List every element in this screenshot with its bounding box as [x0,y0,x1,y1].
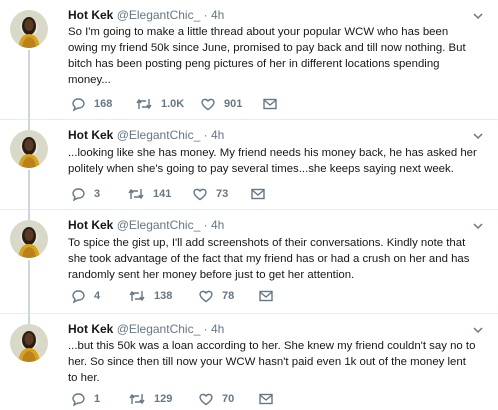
author-handle[interactable]: @ElegantChic_ [117,128,201,142]
author-name[interactable]: Hot Kek [68,8,113,22]
retweet-button[interactable]: 141 [127,186,171,202]
heart-icon [193,188,207,201]
tweet-header: Hot Kek @ElegantChic_ · 4h [68,217,224,233]
avatar[interactable] [10,130,48,168]
timestamp[interactable]: 4h [211,322,224,336]
author-name[interactable]: Hot Kek [68,322,113,336]
author-name[interactable]: Hot Kek [68,218,113,232]
retweet-count: 1.0K [161,98,185,110]
reply-count: 168 [94,98,113,110]
tweet-text-line: owing my friend 50k since June, promised… [68,42,466,54]
author-handle[interactable]: @ElegantChic_ [117,218,201,232]
chevron-down-icon[interactable] [472,8,484,20]
envelope-icon [259,290,273,302]
tweet-text: ...but this 50k was a loan according to … [68,338,482,386]
thread-connector-line [28,120,30,130]
tweet[interactable]: Hot Kek @ElegantChic_ · 4h ...looking li… [0,120,498,210]
like-button[interactable]: 70 [198,391,234,407]
like-button[interactable]: 78 [198,288,234,304]
reply-icon [72,188,85,202]
author-name[interactable]: Hot Kek [68,128,113,142]
reply-count: 3 [94,188,101,200]
tweet-text-line: ...looking like she has money. My friend… [68,147,477,159]
avatar[interactable] [10,324,48,362]
dm-button[interactable] [250,186,266,202]
tweet-text-line: politely when she's going to pay several… [68,163,454,175]
retweet-button[interactable]: 129 [128,391,172,407]
retweet-button[interactable]: 1.0K [135,96,184,112]
retweet-count: 141 [153,188,172,200]
reply-count: 4 [94,290,101,302]
like-count: 70 [222,393,235,405]
chevron-down-icon[interactable] [472,218,484,230]
separator: · [203,322,208,336]
tweet-text-line: her. So since then till now your WCW has… [68,356,466,368]
separator: · [203,8,208,22]
author-handle[interactable]: @ElegantChic_ [117,8,201,22]
retweet-button[interactable]: 138 [128,288,172,304]
tweet-header: Hot Kek @ElegantChic_ · 4h [68,7,224,23]
reply-button[interactable]: 4 [70,288,100,304]
dm-button[interactable] [262,96,278,112]
reply-icon [72,98,85,112]
reply-icon [72,393,85,407]
heart-icon [201,98,215,111]
envelope-icon [263,98,277,110]
avatar[interactable] [10,220,48,258]
thread-connector-line [28,314,30,324]
tweet-text: To spice the gist up, I'll add screensho… [68,235,482,283]
reply-button[interactable]: 1 [70,391,100,407]
chevron-down-icon[interactable] [472,128,484,140]
tweet-header: Hot Kek @ElegantChic_ · 4h [68,321,224,337]
retweet-count: 138 [154,290,173,302]
heart-icon [199,290,213,303]
like-count: 901 [224,98,243,110]
timestamp[interactable]: 4h [211,218,224,232]
thread-connector-line [28,170,30,210]
author-handle[interactable]: @ElegantChic_ [117,322,201,336]
dm-button[interactable] [258,288,274,304]
timestamp[interactable]: 4h [211,8,224,22]
separator: · [203,128,208,142]
reply-count: 1 [94,393,101,405]
tweet-header: Hot Kek @ElegantChic_ · 4h [68,127,224,143]
retweet-count: 129 [154,393,173,405]
tweet-text-line: she took advantage of the fact that my f… [68,253,470,265]
retweet-icon [129,393,145,405]
tweet-text-line: So I'm going to make a little thread abo… [68,26,449,38]
separator: · [203,218,208,232]
tweet[interactable]: Hot Kek @ElegantChic_ · 4h To spice the … [0,210,498,314]
envelope-icon [251,188,265,200]
timestamp[interactable]: 4h [211,128,224,142]
reply-icon [72,290,85,304]
tweet[interactable]: Hot Kek @ElegantChic_ · 4h ...but this 5… [0,314,498,410]
tweet-text-line: ...but this 50k was a loan according to … [68,340,476,352]
heart-icon [199,393,213,406]
tweet-text: ...looking like she has money. My friend… [68,145,482,177]
tweet-text-line: To spice the gist up, I'll add screensho… [68,237,466,249]
reply-button[interactable]: 3 [70,186,100,202]
thread-connector-line [28,50,30,120]
retweet-icon [128,188,144,200]
tweet[interactable]: Hot Kek @ElegantChic_ · 4h So I'm going … [0,0,498,120]
like-button[interactable]: 901 [200,96,242,112]
retweet-icon [136,98,152,110]
tweet-text: So I'm going to make a little thread abo… [68,24,482,88]
reply-button[interactable]: 168 [70,96,112,112]
tweet-text-line: to her. [68,372,100,384]
tweet-text-line: randomly sent her money before just to g… [68,269,355,281]
tweet-text-line: money... [68,74,111,86]
envelope-icon [259,393,273,405]
thread-connector-line [28,210,30,220]
dm-button[interactable] [258,391,274,407]
like-button[interactable]: 73 [192,186,228,202]
chevron-down-icon[interactable] [472,322,484,334]
tweet-thread: Hot Kek @ElegantChic_ · 4h So I'm going … [0,0,498,410]
tweet-text-line: bitch has been posting peng pictures of … [68,58,440,70]
thread-connector-line [28,260,30,314]
avatar[interactable] [10,10,48,48]
like-count: 73 [216,188,229,200]
retweet-icon [129,290,145,302]
like-count: 78 [222,290,235,302]
